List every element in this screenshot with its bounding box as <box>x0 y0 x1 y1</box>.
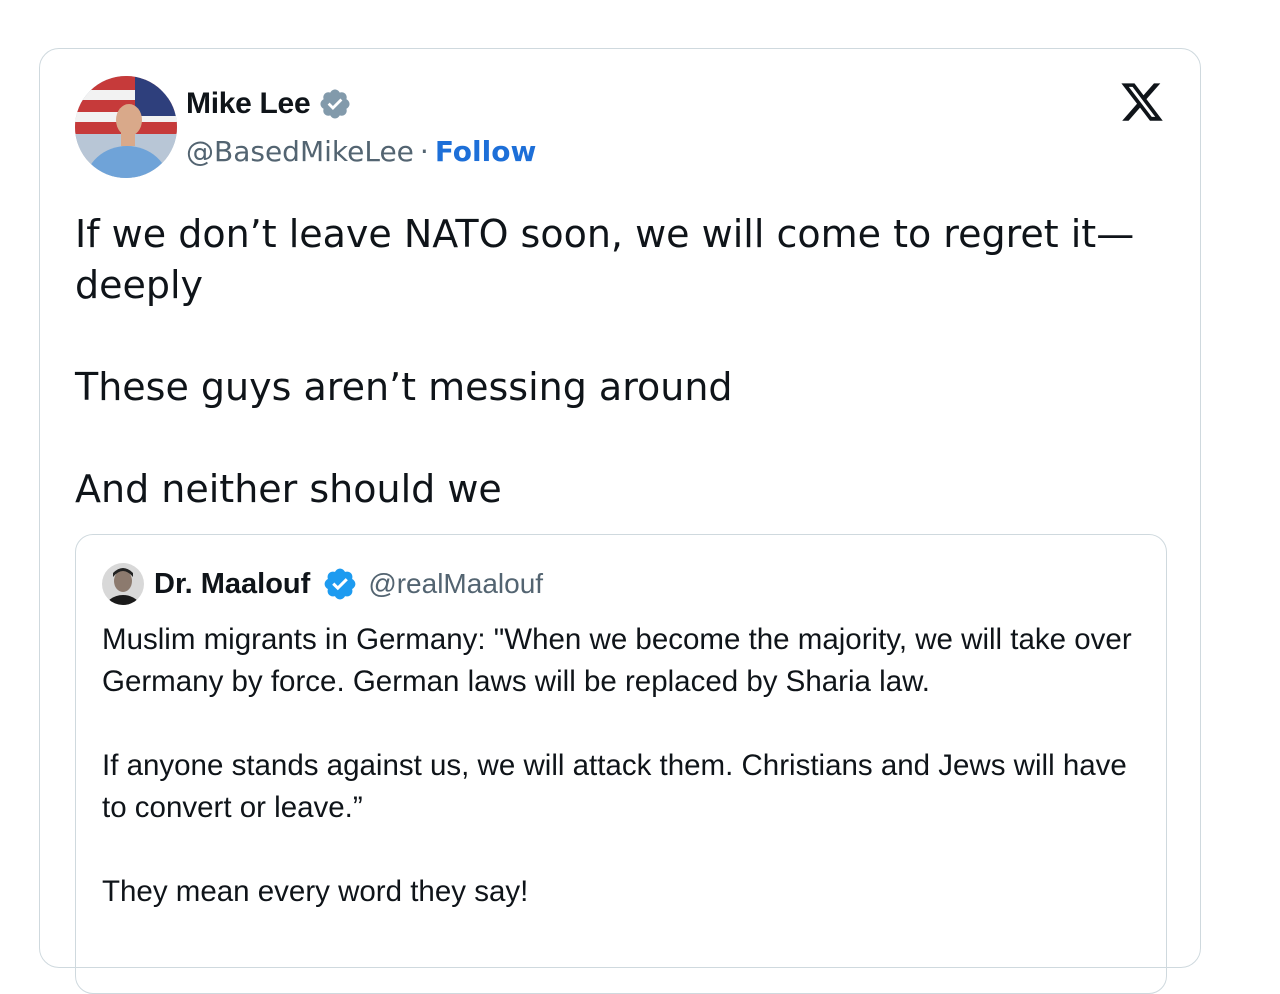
quoted-author-avatar[interactable] <box>102 563 144 605</box>
quoted-tweet-text: Muslim migrants in Germany: "When we bec… <box>102 619 1142 913</box>
follow-link[interactable]: Follow <box>435 135 537 168</box>
verified-badge-grey-icon <box>320 89 350 119</box>
tweet-line: If we don’t leave NATO soon, we will com… <box>75 212 1135 307</box>
quoted-tweet[interactable]: Dr. Maalouf @realMaalouf Muslim migrants… <box>75 534 1167 994</box>
author-handle[interactable]: @BasedMikeLee <box>186 135 414 168</box>
tweet-line: And neither should we <box>75 467 502 511</box>
author-name-row: Mike Lee <box>186 87 352 121</box>
separator-dot: · <box>419 135 429 168</box>
quoted-author-handle[interactable]: @realMaalouf <box>368 568 543 600</box>
author-avatar[interactable] <box>75 76 177 178</box>
x-logo-icon[interactable] <box>1118 79 1166 125</box>
quoted-paragraph: Muslim migrants in Germany: "When we bec… <box>102 623 1132 698</box>
verified-badge-blue-icon <box>324 568 356 600</box>
quoted-paragraph: They mean every word they say! <box>102 875 529 908</box>
tweet-text: If we don’t leave NATO soon, we will com… <box>75 209 1155 515</box>
author-handle-row: @BasedMikeLee · Follow <box>186 135 536 168</box>
tweet-line: These guys aren’t messing around <box>75 365 733 409</box>
quoted-author-name[interactable]: Dr. Maalouf <box>154 568 310 601</box>
quoted-tweet-header: Dr. Maalouf @realMaalouf <box>102 563 543 605</box>
embedded-tweet-card[interactable]: Mike Lee @BasedMikeLee · Follow If we do… <box>39 48 1201 994</box>
author-name[interactable]: Mike Lee <box>186 87 311 121</box>
quoted-paragraph: If anyone stands against us, we will att… <box>102 749 1127 824</box>
